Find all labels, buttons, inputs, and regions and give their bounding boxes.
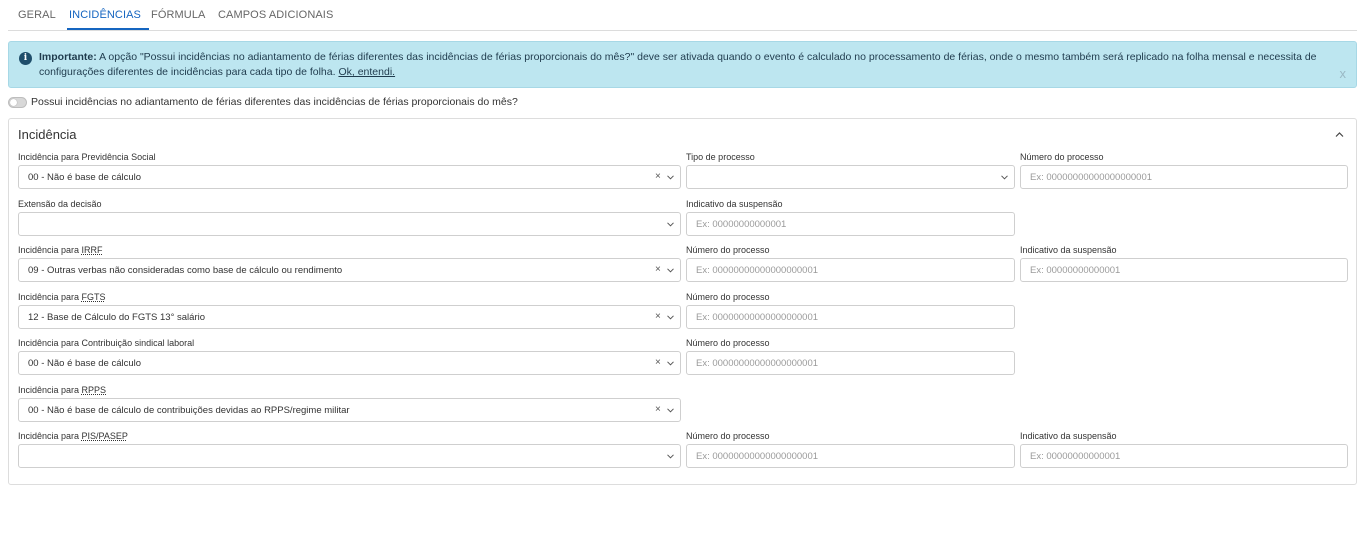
info-alert: i Importante: A opção "Possui incidência… xyxy=(8,41,1357,88)
ind-suspensao-label: Indicativo da suspensão xyxy=(686,199,783,209)
chevron-down-icon[interactable] xyxy=(667,175,674,180)
toggle-label: Possui incidências no adiantamento de fé… xyxy=(31,96,518,108)
irrf-select[interactable]: 09 - Outras verbas não consideradas como… xyxy=(18,258,681,282)
num-processo-input-field xyxy=(1020,165,1348,189)
sindical-num-processo-field xyxy=(686,351,1015,375)
adiantamento-toggle[interactable] xyxy=(8,97,27,108)
tab-campos-adicionais[interactable]: CAMPOS ADICIONAIS xyxy=(218,9,333,21)
pis-ind-suspensao-label: Indicativo da suspensão xyxy=(1020,431,1117,441)
tab-bar: GERAL INCIDÊNCIAS FÓRMULA CAMPOS ADICION… xyxy=(8,0,1357,31)
incidencia-panel: Incidência Incidência para Previdência S… xyxy=(8,118,1357,485)
pis-num-processo-field xyxy=(686,444,1015,468)
tab-formula[interactable]: FÓRMULA xyxy=(151,9,205,21)
rpps-abbr: RPPS xyxy=(81,385,107,395)
irrf-num-processo-label: Número do processo xyxy=(686,245,770,255)
irrf-ind-suspensao-label: Indicativo da suspensão xyxy=(1020,245,1117,255)
active-tab-indicator xyxy=(67,28,149,30)
fgts-num-processo-input[interactable] xyxy=(687,306,1014,328)
fgts-select[interactable]: 12 - Base de Cálculo do FGTS 13° salário… xyxy=(18,305,681,329)
irrf-num-processo-input[interactable] xyxy=(687,259,1014,281)
irrf-abbr: IRRF xyxy=(81,245,103,255)
ind-suspensao-input[interactable] xyxy=(687,213,1014,235)
tab-incidencias[interactable]: INCIDÊNCIAS xyxy=(69,9,141,21)
chevron-down-icon[interactable] xyxy=(667,408,674,413)
tipo-processo-select[interactable] xyxy=(686,165,1015,189)
pis-label-pre: Incidência para xyxy=(18,431,82,441)
clear-x-icon[interactable]: × xyxy=(655,405,661,415)
tab-geral[interactable]: GERAL xyxy=(18,9,56,21)
sindical-num-processo-label: Número do processo xyxy=(686,338,770,348)
irrf-num-processo-field xyxy=(686,258,1015,282)
fgts-label: Incidência para FGTS xyxy=(18,292,106,302)
irrf-label: Incidência para IRRF xyxy=(18,245,103,255)
chevron-down-icon[interactable] xyxy=(667,268,674,273)
pis-num-processo-input[interactable] xyxy=(687,445,1014,467)
pis-ind-suspensao-input[interactable] xyxy=(1021,445,1347,467)
rpps-value: 00 - Não é base de cálculo de contribuiç… xyxy=(28,405,350,416)
rpps-label: Incidência para RPPS xyxy=(18,385,106,395)
pis-abbr: PIS/PASEP xyxy=(81,431,128,441)
fgts-num-processo-label: Número do processo xyxy=(686,292,770,302)
pis-ind-suspensao-field xyxy=(1020,444,1348,468)
clear-x-icon[interactable]: × xyxy=(655,172,661,182)
chevron-down-icon[interactable] xyxy=(667,361,674,366)
sindical-value: 00 - Não é base de cálculo xyxy=(28,358,142,369)
irrf-ind-suspensao-input[interactable] xyxy=(1021,259,1347,281)
fgts-label-pre: Incidência para xyxy=(18,292,82,302)
prev-social-select[interactable]: 00 - Não é base de cálculo × xyxy=(18,165,681,189)
sindical-label: Incidência para Contribuição sindical la… xyxy=(18,338,195,348)
chevron-down-icon[interactable] xyxy=(667,315,674,320)
prev-social-value: 00 - Não é base de cálculo xyxy=(28,172,142,183)
alert-dismiss-link[interactable]: Ok, entendi. xyxy=(338,66,395,78)
info-circle-icon: i xyxy=(19,52,32,65)
clear-x-icon[interactable]: × xyxy=(655,358,661,368)
close-icon[interactable]: x xyxy=(1340,66,1347,81)
fgts-value: 12 - Base de Cálculo do FGTS 13° salário xyxy=(28,312,205,323)
clear-x-icon[interactable]: × xyxy=(655,265,661,275)
fgts-abbr: FGTS xyxy=(81,292,106,302)
sindical-num-processo-input[interactable] xyxy=(687,352,1014,374)
chevron-down-icon[interactable] xyxy=(667,454,674,459)
tipo-processo-label: Tipo de processo xyxy=(686,152,755,162)
alert-message: Importante: A opção "Possui incidências … xyxy=(39,50,1319,80)
num-processo-input[interactable] xyxy=(1021,166,1347,188)
extensao-select[interactable] xyxy=(18,212,681,236)
alert-bold-label: Importante: xyxy=(39,51,97,63)
irrf-ind-suspensao-field xyxy=(1020,258,1348,282)
rpps-label-pre: Incidência para xyxy=(18,385,82,395)
chevron-down-icon[interactable] xyxy=(667,222,674,227)
pis-label: Incidência para PIS/PASEP xyxy=(18,431,128,441)
chevron-down-icon[interactable] xyxy=(1001,175,1008,180)
chevron-up-icon[interactable] xyxy=(1335,130,1344,139)
ind-suspensao-input-field xyxy=(686,212,1015,236)
irrf-value: 09 - Outras verbas não consideradas como… xyxy=(28,265,343,276)
toggle-knob xyxy=(10,99,17,106)
extensao-label: Extensão da decisão xyxy=(18,199,102,209)
rpps-select[interactable]: 00 - Não é base de cálculo de contribuiç… xyxy=(18,398,681,422)
pis-select[interactable] xyxy=(18,444,681,468)
pis-num-processo-label: Número do processo xyxy=(686,431,770,441)
num-processo-label: Número do processo xyxy=(1020,152,1104,162)
fgts-num-processo-field xyxy=(686,305,1015,329)
alert-body-text: A opção "Possui incidências no adiantame… xyxy=(39,51,1317,78)
irrf-label-pre: Incidência para xyxy=(18,245,82,255)
sindical-select[interactable]: 00 - Não é base de cálculo × xyxy=(18,351,681,375)
clear-x-icon[interactable]: × xyxy=(655,312,661,322)
prev-social-label: Incidência para Previdência Social xyxy=(18,152,156,162)
panel-title: Incidência xyxy=(18,127,77,142)
